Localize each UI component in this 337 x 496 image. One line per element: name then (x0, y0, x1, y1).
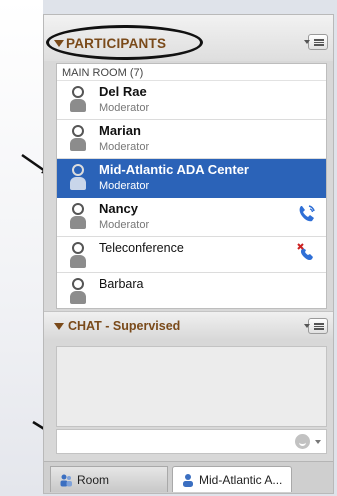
participants-list[interactable]: MAIN ROOM (7) Del Rae Moderator Marian M… (56, 63, 327, 309)
person-icon (70, 86, 86, 113)
emoticon-icon[interactable] (295, 434, 310, 449)
person-icon (70, 125, 86, 152)
meeting-panel: PARTICIPANTS MAIN ROOM (7) Del Rae Moder… (43, 14, 334, 494)
participant-name: Nancy (99, 201, 139, 216)
person-icon (70, 278, 86, 305)
phone-muted-icon[interactable] (296, 242, 318, 264)
participant-role: Moderator (99, 141, 150, 153)
tab-mid-atlantic[interactable]: Mid-Atlantic A... (172, 466, 292, 492)
participant-row[interactable]: Nancy Moderator (57, 198, 326, 237)
menu-lines-icon (314, 39, 324, 46)
person-icon (70, 242, 86, 269)
participants-menu-button[interactable] (304, 34, 328, 50)
menu-dropdown-icon (304, 324, 310, 328)
chat-header[interactable]: CHAT - Supervised (44, 311, 333, 339)
person-icon (183, 474, 193, 487)
chat-title: CHAT - Supervised (68, 319, 181, 333)
participant-row[interactable]: Del Rae Moderator (57, 81, 326, 120)
emoticon-dropdown-icon[interactable] (315, 440, 321, 444)
chat-messages-area[interactable] (56, 346, 327, 427)
participant-row[interactable]: Barbara (57, 273, 326, 308)
tab-mid-atlantic-label: Mid-Atlantic A... (199, 473, 283, 487)
chat-menu-button[interactable] (304, 318, 328, 334)
participant-name: Marian (99, 123, 141, 138)
participant-row-selected[interactable]: Mid-Atlantic ADA Center Moderator (57, 159, 326, 198)
people-icon (60, 474, 72, 487)
phone-connected-icon[interactable] (296, 203, 318, 225)
room-label: MAIN ROOM (7) (57, 64, 326, 81)
participant-name: Teleconference (99, 241, 184, 255)
participant-role: Moderator (99, 219, 150, 231)
person-icon (70, 203, 86, 230)
participant-row[interactable]: Marian Moderator (57, 120, 326, 159)
participant-role: Moderator (99, 102, 150, 114)
participant-name: Mid-Atlantic ADA Center (99, 162, 249, 177)
menu-lines-icon (314, 323, 324, 330)
tab-room-label: Room (77, 473, 110, 487)
menu-dropdown-icon (304, 40, 310, 44)
tab-room[interactable]: Room (50, 466, 168, 492)
chat-input[interactable] (56, 429, 327, 454)
participant-role: Moderator (99, 180, 150, 192)
bottom-tab-bar: Room Mid-Atlantic A... (44, 461, 333, 493)
participant-row[interactable]: Teleconference (57, 237, 326, 273)
participant-name: Del Rae (99, 84, 147, 99)
participant-name: Barbara (99, 277, 144, 291)
annotation-ellipse (46, 25, 203, 60)
person-icon (70, 164, 86, 191)
collapse-triangle-icon[interactable] (54, 323, 64, 330)
participants-header[interactable]: PARTICIPANTS (44, 15, 333, 61)
